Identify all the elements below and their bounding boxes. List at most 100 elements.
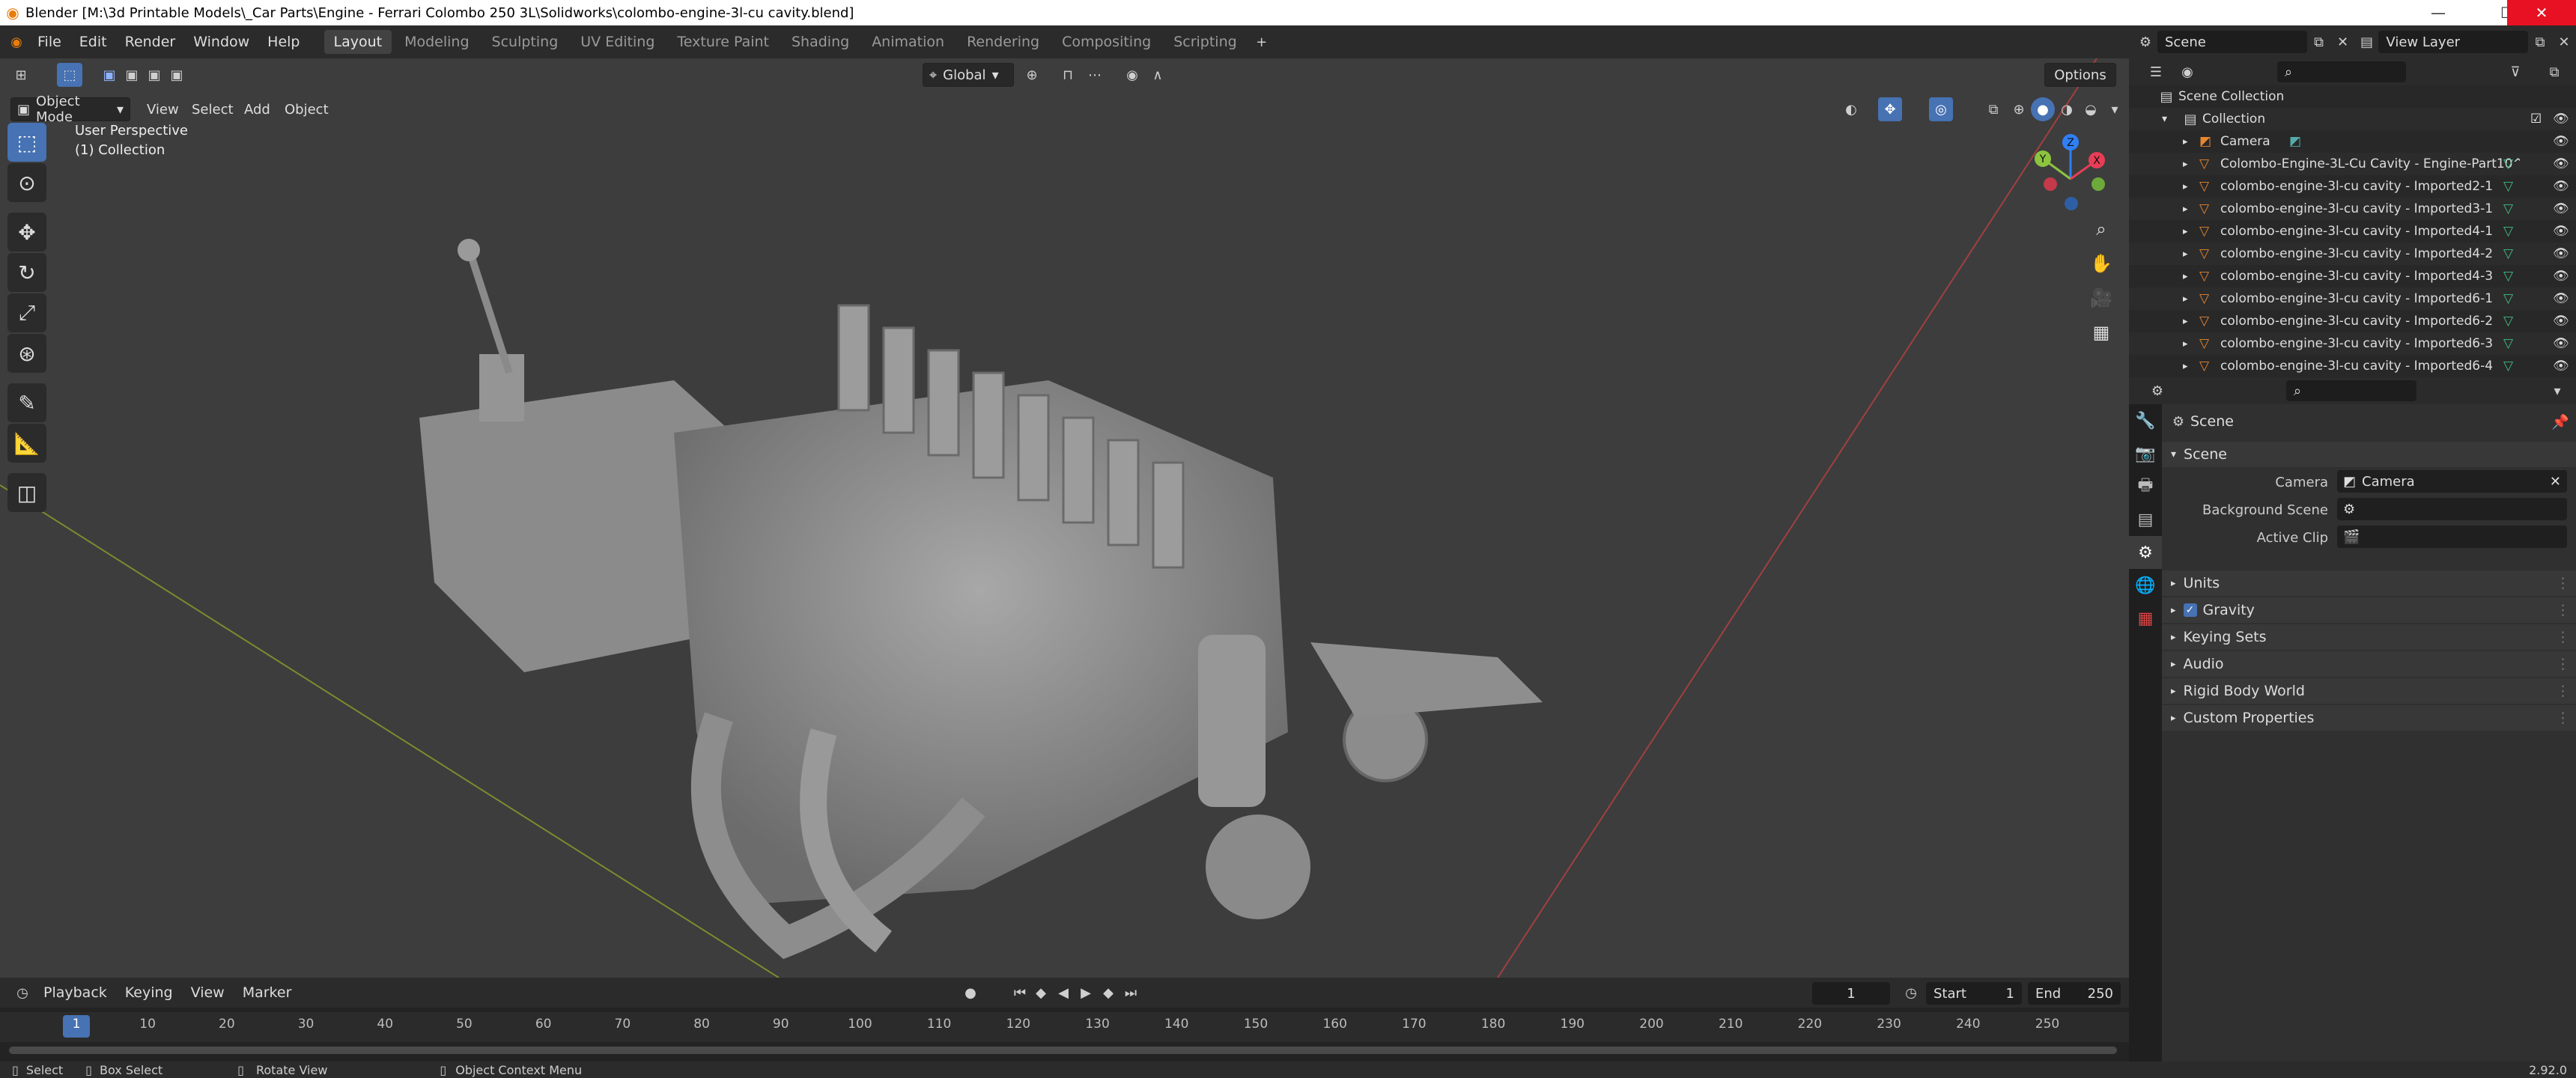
expand-icon[interactable]: ▸ bbox=[2183, 204, 2199, 215]
menu-help[interactable]: Help bbox=[258, 25, 309, 58]
collapsed-panel[interactable]: ▸ Rigid Body World ⋮⋮ bbox=[2162, 678, 2576, 704]
clear-camera-icon[interactable]: ✕ bbox=[2550, 474, 2561, 490]
select-tool-icon[interactable]: ⬚ bbox=[57, 63, 82, 87]
select-box-tool-icon[interactable]: ⬚ bbox=[7, 123, 46, 162]
properties-options-icon[interactable]: ▾ bbox=[2545, 379, 2569, 403]
rendered-shading-icon[interactable]: ◒ bbox=[2079, 97, 2103, 121]
proportional-edit-icon[interactable]: ◉ bbox=[1120, 63, 1144, 87]
tab-shading[interactable]: Shading bbox=[782, 30, 859, 54]
select-mode-subtract-icon[interactable]: ▣ bbox=[142, 63, 166, 87]
tab-uv-editing[interactable]: UV Editing bbox=[571, 30, 664, 54]
scale-tool-icon[interactable]: ⤢ bbox=[7, 293, 46, 332]
outliner-item[interactable]: ▸ ▽ Colombo-Engine-3L-Cu Cavity - Engine-P… bbox=[2129, 153, 2576, 175]
filter-icon[interactable]: ⊽ bbox=[2503, 60, 2527, 84]
tab-modeling[interactable]: Modeling bbox=[395, 30, 479, 54]
scene-tab-icon[interactable]: ⚙ bbox=[2129, 536, 2162, 569]
mesh-data-icon[interactable]: ▽ bbox=[2503, 314, 2513, 329]
mesh-data-icon[interactable]: ▽ bbox=[2503, 246, 2513, 261]
outliner-item[interactable]: ▸ ▽ colombo-engine-3l-cu cavity - Imported… bbox=[2129, 265, 2576, 287]
pan-hand-icon[interactable]: ✋ bbox=[2085, 247, 2118, 280]
expand-icon[interactable]: ▸ bbox=[2183, 316, 2199, 327]
collapsed-panel[interactable]: ▸ Audio ⋮⋮ bbox=[2162, 651, 2576, 677]
blender-menu-icon[interactable]: ◉ bbox=[4, 30, 28, 54]
properties-editor-icon[interactable]: ⚙ bbox=[2145, 379, 2169, 403]
camera-field[interactable]: ◩ Camera ✕ bbox=[2337, 470, 2567, 493]
expand-icon[interactable]: ▸ bbox=[2183, 159, 2199, 170]
tab-animation[interactable]: Animation bbox=[862, 30, 954, 54]
display-mode-icon[interactable]: ◉ bbox=[2175, 60, 2199, 84]
camera-data-icon[interactable]: ◩ bbox=[2289, 134, 2301, 149]
menu-file[interactable]: File bbox=[28, 25, 70, 58]
prev-keyframe-icon[interactable]: ◆ bbox=[1029, 981, 1053, 1005]
cursor-tool-icon[interactable]: ⊙ bbox=[7, 163, 46, 202]
scene-panel-header[interactable]: ▾ Scene bbox=[2162, 442, 2576, 467]
transform-orientation-dropdown[interactable]: ⌖ Global ▾ bbox=[923, 63, 1014, 87]
expand-icon[interactable]: ▸ bbox=[2183, 226, 2199, 237]
visibility-eye-icon[interactable]: 👁 bbox=[2553, 269, 2569, 284]
outliner-editor-icon[interactable]: ☰ bbox=[2144, 60, 2168, 84]
tab-sculpting[interactable]: Sculpting bbox=[482, 30, 568, 54]
outliner-item[interactable]: ▸ ▽ colombo-engine-3l-cu cavity - Imported… bbox=[2129, 287, 2576, 310]
outliner-item[interactable]: ▸ ▽ colombo-engine-3l-cu cavity - Imported… bbox=[2129, 198, 2576, 220]
drag-handle-icon[interactable]: ⋮⋮ bbox=[2556, 656, 2576, 672]
keying-menu[interactable]: Keying bbox=[116, 978, 182, 1008]
tab-scripting[interactable]: Scripting bbox=[1164, 30, 1247, 54]
record-icon[interactable]: ● bbox=[959, 981, 982, 1005]
gizmo-toggle-icon[interactable]: ✥ bbox=[1878, 97, 1902, 121]
tab-layout[interactable]: Layout bbox=[323, 30, 392, 54]
current-frame-field[interactable]: 1 bbox=[1812, 982, 1890, 1005]
visibility-eye-icon[interactable]: 👁 bbox=[2553, 112, 2569, 127]
outliner-item[interactable]: ▸ ▽ colombo-engine-3l-cu cavity - Imported… bbox=[2129, 220, 2576, 243]
mesh-data-icon[interactable]: ▽ bbox=[2503, 336, 2513, 351]
xray-icon[interactable]: ⧉ bbox=[1981, 97, 2005, 121]
visibility-eye-icon[interactable]: 👁 bbox=[2553, 224, 2569, 239]
drag-handle-icon[interactable]: ⋮⋮ bbox=[2556, 602, 2576, 618]
outliner-item[interactable]: ▸ ▽ colombo-engine-3l-cu cavity - Imported… bbox=[2129, 243, 2576, 265]
frame-ruler[interactable]: 1 10 20 30 40 50 60 70 80 90 100 110 120 130 140 150 160… bbox=[0, 1012, 2129, 1042]
drag-handle-icon[interactable]: ⋮⋮ bbox=[2556, 575, 2576, 591]
mesh-data-icon[interactable]: ▽ bbox=[2503, 179, 2513, 194]
add-workspace-icon[interactable]: + bbox=[1250, 30, 1274, 54]
camera-view-icon[interactable]: 🎥 bbox=[2085, 281, 2118, 314]
end-frame-field[interactable]: End 250 bbox=[2028, 982, 2121, 1005]
new-collection-icon[interactable]: ⧉ bbox=[2542, 60, 2566, 84]
collapsed-panel[interactable]: ▸ Custom Properties ⋮⋮ bbox=[2162, 705, 2576, 731]
play-icon[interactable]: ▶ bbox=[1074, 981, 1098, 1005]
active-clip-field[interactable]: 🎬 bbox=[2337, 526, 2567, 548]
transform-tool-icon[interactable]: ⊛ bbox=[7, 334, 46, 373]
outliner-item[interactable]: ▸ ▽ colombo-engine-3l-cu cavity - Imported… bbox=[2129, 355, 2576, 377]
pin-icon[interactable]: 📌 bbox=[2551, 413, 2569, 430]
outliner-item[interactable]: ▸ ▽ colombo-engine-3l-cu cavity - Imported… bbox=[2129, 310, 2576, 332]
new-view-layer-icon[interactable]: ⧉ bbox=[2528, 30, 2552, 54]
mesh-data-icon[interactable]: ▽ bbox=[2503, 201, 2513, 216]
3d-viewport[interactable]: ⊞ ⬚ ▣ ▣ ▣ ▣ ⌖ Global ▾ ⊕ ⊓ ⋯ ◉ ∧ Options ▣… bbox=[0, 58, 2129, 978]
render-tab-icon[interactable]: 📷 bbox=[2129, 437, 2162, 470]
marker-menu[interactable]: Marker bbox=[234, 978, 301, 1008]
mesh-data-icon[interactable]: ▽ bbox=[2503, 291, 2513, 306]
visibility-eye-icon[interactable]: 👁 bbox=[2553, 359, 2569, 374]
collapse-icon[interactable]: ▾ bbox=[2162, 113, 2178, 125]
expand-icon[interactable]: ▸ bbox=[2183, 293, 2199, 305]
minimize-button[interactable]: — bbox=[2404, 0, 2473, 25]
visibility-eye-icon[interactable]: 👁 bbox=[2553, 314, 2569, 329]
collapsed-panel[interactable]: ▸ Keying Sets ⋮⋮ bbox=[2162, 624, 2576, 650]
timeline-view-menu[interactable]: View bbox=[182, 978, 234, 1008]
collapsed-panel[interactable]: ▸ ✓ Gravity ⋮⋮ bbox=[2162, 597, 2576, 623]
close-window-button[interactable]: ✕ bbox=[2507, 0, 2576, 25]
menu-object[interactable]: Object bbox=[285, 97, 329, 121]
zoom-icon[interactable]: ⌕ bbox=[2085, 213, 2118, 246]
engine-model[interactable] bbox=[419, 239, 1543, 960]
material-shading-icon[interactable]: ◑ bbox=[2055, 97, 2079, 121]
properties-search-input[interactable]: ⌕ bbox=[2286, 380, 2416, 401]
shading-options-icon[interactable]: ▾ bbox=[2103, 97, 2127, 121]
new-scene-icon[interactable]: ⧉ bbox=[2307, 30, 2331, 54]
menu-window[interactable]: Window bbox=[184, 25, 258, 58]
exclude-checkbox-icon[interactable]: ☑ bbox=[2530, 112, 2542, 127]
next-keyframe-icon[interactable]: ◆ bbox=[1096, 981, 1120, 1005]
overlays-toggle-icon[interactable]: ◎ bbox=[1929, 97, 1953, 121]
editor-type-icon[interactable]: ⊞ bbox=[9, 63, 33, 87]
outliner-item[interactable]: ▸ ▽ colombo-engine-3l-cu cavity - Imported… bbox=[2129, 175, 2576, 198]
menu-select[interactable]: Select bbox=[192, 97, 234, 121]
start-frame-field[interactable]: Start 1 bbox=[1926, 982, 2022, 1005]
ortho-grid-icon[interactable]: ▦ bbox=[2085, 316, 2118, 349]
